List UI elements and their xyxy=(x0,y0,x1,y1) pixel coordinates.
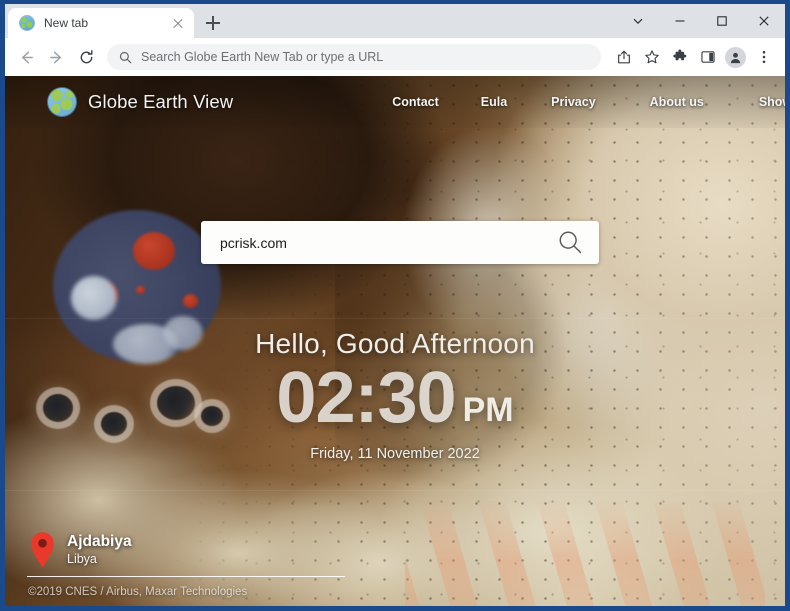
star-icon[interactable] xyxy=(638,44,665,71)
site-search-box[interactable]: pcrisk.com xyxy=(201,221,599,264)
share-icon[interactable] xyxy=(610,44,637,71)
menu-item-eula[interactable]: Eula xyxy=(481,95,507,109)
back-arrow-icon[interactable] xyxy=(11,42,41,72)
minimize-icon[interactable] xyxy=(659,5,701,37)
menu-item-contact[interactable]: Contact xyxy=(392,95,439,109)
footer-divider xyxy=(27,576,345,577)
site-search-input[interactable]: pcrisk.com xyxy=(220,235,555,251)
window-controls xyxy=(617,4,785,38)
puzzle-icon[interactable] xyxy=(666,44,693,71)
sidepanel-icon[interactable] xyxy=(694,44,721,71)
search-icon xyxy=(119,51,132,63)
browser-tab[interactable]: New tab xyxy=(8,8,194,38)
location-city: Ajdabiya xyxy=(67,532,132,550)
close-icon[interactable] xyxy=(170,15,186,31)
browser-window: New tab Search Globe Earth New Tab or ty… xyxy=(0,0,790,611)
imagery-copyright: ©2019 CNES / Airbus, Maxar Technologies xyxy=(28,586,248,598)
menu-item-privacy[interactable]: Privacy xyxy=(551,95,595,109)
search-magnifier-icon[interactable] xyxy=(555,228,585,258)
omnibox[interactable]: Search Globe Earth New Tab or type a URL xyxy=(107,44,601,70)
profile-avatar-icon[interactable] xyxy=(722,44,749,71)
site-navbar: Globe Earth View Contact Eula Privacy Ab… xyxy=(5,76,785,128)
site-menu: Contact Eula Privacy About us Show on Go… xyxy=(174,95,785,109)
toolbar-actions xyxy=(609,44,777,71)
kebab-menu-icon[interactable] xyxy=(750,44,777,71)
globe-icon xyxy=(19,15,35,31)
terrain-speckle-texture xyxy=(5,76,785,606)
page-viewport: Globe Earth View Contact Eula Privacy Ab… xyxy=(5,76,785,606)
reload-icon[interactable] xyxy=(71,42,101,72)
maximize-icon[interactable] xyxy=(701,5,743,37)
avatar xyxy=(725,46,746,68)
tab-strip: New tab xyxy=(5,4,785,38)
location-text: Ajdabiya Libya xyxy=(67,532,132,568)
plus-icon[interactable] xyxy=(199,9,227,37)
tab-title: New tab xyxy=(44,16,89,30)
menu-item-about-us[interactable]: About us xyxy=(650,95,704,109)
chevron-down-icon[interactable] xyxy=(617,5,659,37)
globe-earth-logo-icon xyxy=(47,87,77,117)
location-block[interactable]: Ajdabiya Libya xyxy=(29,531,132,569)
browser-toolbar: Search Globe Earth New Tab or type a URL xyxy=(5,38,785,76)
location-country: Libya xyxy=(67,552,97,567)
menu-item-show-on-google-map[interactable]: Show on Google Map xyxy=(759,95,785,109)
omnibox-placeholder-text: Search Globe Earth New Tab or type a URL xyxy=(141,50,384,64)
forward-arrow-icon[interactable] xyxy=(41,42,71,72)
close-icon[interactable] xyxy=(743,5,785,37)
map-pin-icon xyxy=(29,531,56,569)
